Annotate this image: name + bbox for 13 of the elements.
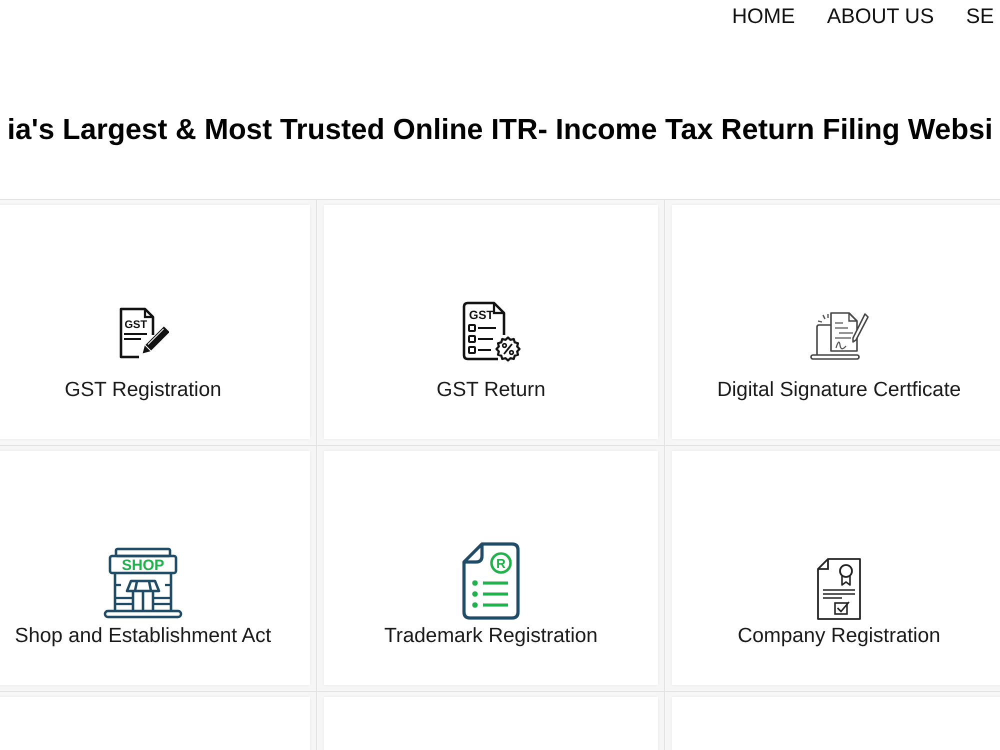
laptop-document-pen-icon	[809, 311, 869, 363]
service-title: Digital Signature Certficate	[717, 377, 961, 402]
service-title: GST Registration	[64, 377, 222, 402]
trademark-document-icon: R	[460, 541, 522, 621]
service-title: GST Return	[436, 377, 546, 402]
service-title: Shop and Establishment Act	[14, 623, 272, 648]
service-title: Company Registration	[738, 623, 940, 648]
page-heading: ia's Largest & Most Trusted Online ITR- Income Tax Return Filing Websi	[6, 113, 994, 147]
nav-link[interactable]: SE	[966, 4, 994, 34]
certificate-icon	[814, 557, 864, 621]
service-title: Trademark Registration	[384, 623, 598, 648]
nav-link[interactable]: ABOUT US	[827, 4, 934, 34]
nav-link[interactable]: HOME	[732, 4, 796, 34]
